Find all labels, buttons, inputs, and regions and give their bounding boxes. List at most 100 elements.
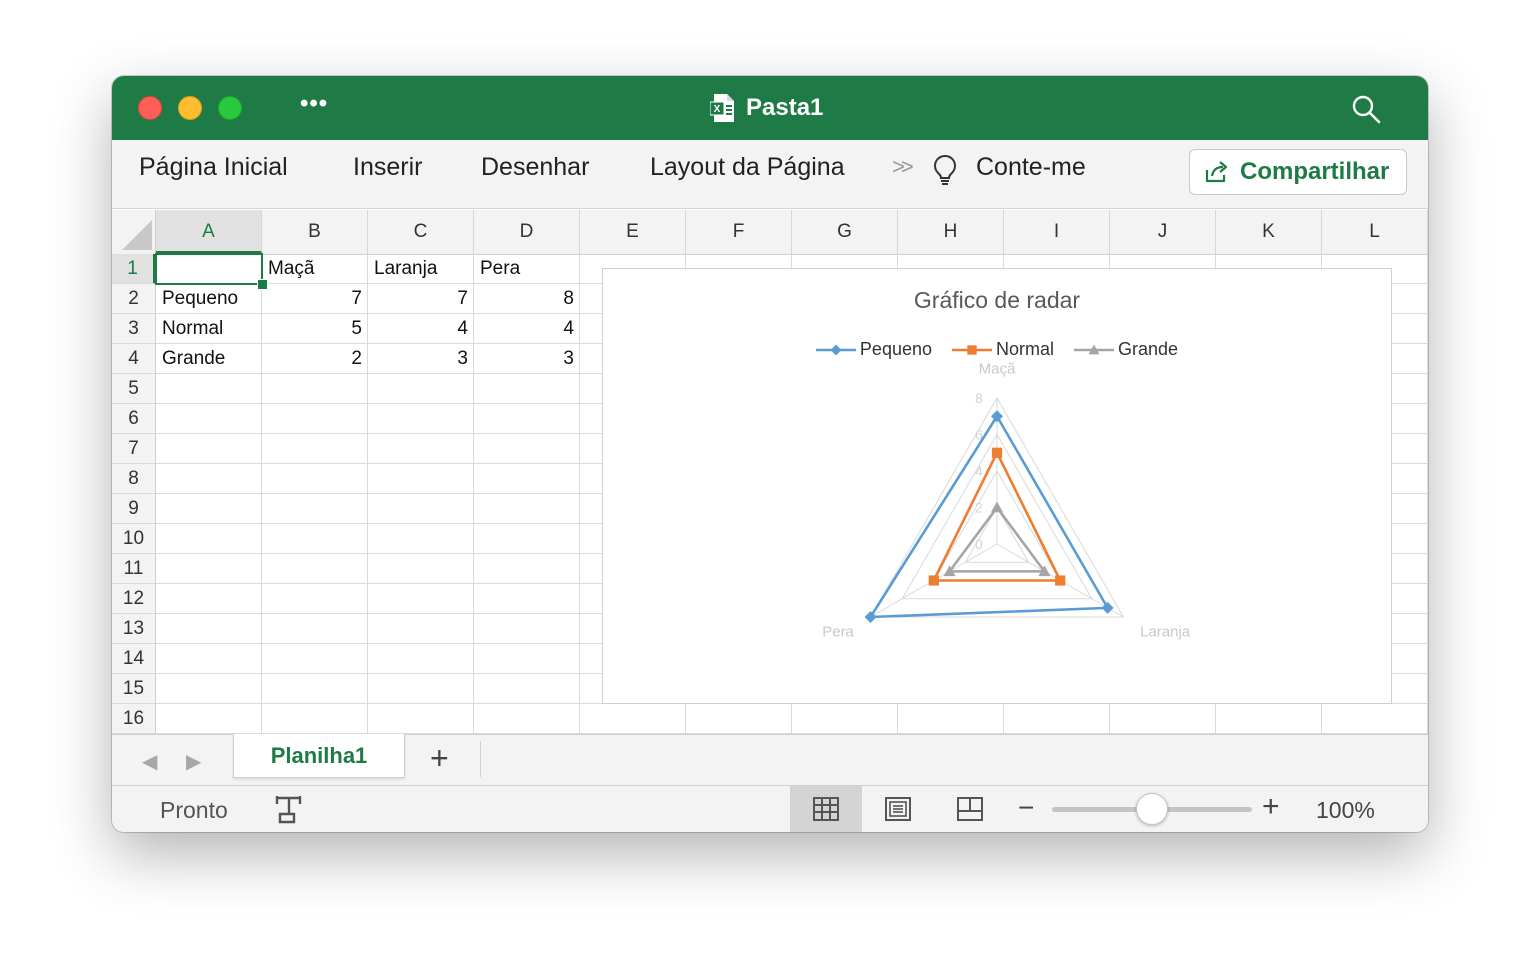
cell-b2[interactable]: 7 bbox=[262, 284, 368, 314]
next-sheet-arrow-icon[interactable]: ▶ bbox=[186, 749, 201, 774]
category-label-1: Laranja bbox=[1140, 623, 1191, 640]
column-header-c[interactable]: C bbox=[368, 210, 474, 254]
column-header-a[interactable]: A bbox=[156, 210, 262, 254]
sheet-tab-planilha1[interactable]: Planilha1 bbox=[233, 734, 405, 778]
column-header-f[interactable]: F bbox=[686, 210, 792, 254]
zoom-in-button[interactable]: + bbox=[1262, 790, 1280, 824]
column-header-g[interactable]: G bbox=[792, 210, 898, 254]
tab-home[interactable]: Página Inicial bbox=[139, 153, 288, 182]
tab-draw[interactable]: Desenhar bbox=[481, 153, 589, 182]
row-header-16[interactable]: 16 bbox=[112, 704, 156, 734]
column-header-i[interactable]: I bbox=[1004, 210, 1110, 254]
cell-c3[interactable]: 4 bbox=[368, 314, 474, 344]
data-point-normal-2 bbox=[928, 575, 939, 586]
row-header-1[interactable]: 1 bbox=[112, 254, 156, 284]
data-point-pequeno-0 bbox=[991, 410, 1003, 423]
column-header-k[interactable]: K bbox=[1216, 210, 1322, 254]
add-sheet-button[interactable]: + bbox=[430, 740, 449, 777]
row-header-6[interactable]: 6 bbox=[112, 404, 156, 434]
tab-insert[interactable]: Inserir bbox=[353, 153, 422, 182]
document-title: X Pasta1 bbox=[710, 92, 823, 124]
cell-b1[interactable]: Maçã bbox=[262, 254, 368, 284]
column-header-e[interactable]: E bbox=[580, 210, 686, 254]
status-bar: Pronto − + 100% bbox=[112, 786, 1428, 832]
row-header-13[interactable]: 13 bbox=[112, 614, 156, 644]
row-header-2[interactable]: 2 bbox=[112, 284, 156, 314]
radar-chart[interactable]: Gráfico de radar Pequeno Normal Grande 024… bbox=[602, 268, 1392, 704]
tab-page-layout[interactable]: Layout da Página bbox=[650, 153, 845, 182]
search-icon[interactable] bbox=[1350, 93, 1382, 125]
radial-tick-label: 2 bbox=[975, 500, 983, 516]
tab-separator bbox=[480, 741, 481, 777]
data-point-normal-0 bbox=[991, 447, 1003, 458]
share-button[interactable]: Compartilhar bbox=[1189, 149, 1407, 195]
title-bar: ••• X Pasta1 bbox=[112, 76, 1428, 140]
column-header-l[interactable]: L bbox=[1322, 210, 1428, 254]
status-ready: Pronto bbox=[160, 797, 228, 823]
data-point-grande-0 bbox=[991, 501, 1003, 513]
column-header-h[interactable]: H bbox=[898, 210, 1004, 254]
row-header-12[interactable]: 12 bbox=[112, 584, 156, 614]
sheet-tabs-bar: ◀ ▶ Planilha1 + bbox=[112, 734, 1428, 786]
ribbon-overflow-button[interactable]: >> bbox=[892, 154, 914, 180]
page-break-view-button[interactable] bbox=[934, 786, 1006, 832]
radial-tick-label: 4 bbox=[975, 463, 983, 479]
cell-a2[interactable]: Pequeno bbox=[156, 284, 262, 314]
category-label-2: Pera bbox=[822, 623, 854, 640]
zoom-level[interactable]: 100% bbox=[1316, 797, 1375, 824]
page-layout-view-button[interactable] bbox=[862, 786, 934, 832]
radial-tick-label: 0 bbox=[975, 536, 983, 552]
active-cell-outline bbox=[155, 253, 263, 285]
data-point-pequeno-1 bbox=[1101, 601, 1114, 614]
cell-a4[interactable]: Grande bbox=[156, 344, 262, 374]
select-all-corner[interactable] bbox=[112, 210, 156, 254]
column-header-b[interactable]: B bbox=[262, 210, 368, 254]
cell-c4[interactable]: 3 bbox=[368, 344, 474, 374]
cell-b4[interactable]: 2 bbox=[262, 344, 368, 374]
row-header-15[interactable]: 15 bbox=[112, 674, 156, 704]
more-options-icon[interactable]: ••• bbox=[300, 90, 328, 118]
page-layout-icon bbox=[885, 797, 911, 821]
zoom-slider-thumb[interactable] bbox=[1136, 793, 1168, 825]
document-name: Pasta1 bbox=[746, 94, 824, 121]
worksheet-grid[interactable]: ABCDEFGHIJKL 1 2 3 4 5 6 7 8 9 10 11 12 13 14 15 16 Maç… bbox=[112, 210, 1428, 734]
row-header-4[interactable]: 4 bbox=[112, 344, 156, 374]
row-header-11[interactable]: 11 bbox=[112, 554, 156, 584]
column-header-j[interactable]: J bbox=[1110, 210, 1216, 254]
close-window-button[interactable] bbox=[138, 96, 162, 120]
excel-file-icon: X bbox=[710, 94, 734, 122]
cell-c2[interactable]: 7 bbox=[368, 284, 474, 314]
page-break-icon bbox=[957, 797, 983, 821]
row-header-8[interactable]: 8 bbox=[112, 464, 156, 494]
data-point-normal-1 bbox=[1055, 575, 1066, 586]
zoom-window-button[interactable] bbox=[218, 96, 242, 120]
row-header-9[interactable]: 9 bbox=[112, 494, 156, 524]
lightbulb-icon bbox=[933, 154, 957, 185]
row-header-7[interactable]: 7 bbox=[112, 434, 156, 464]
share-icon bbox=[1205, 161, 1228, 183]
zoom-out-button[interactable]: − bbox=[1018, 792, 1034, 824]
tell-me-search[interactable]: Conte-me bbox=[976, 153, 1086, 182]
row-header-14[interactable]: 14 bbox=[112, 644, 156, 674]
cell-a3[interactable]: Normal bbox=[156, 314, 262, 344]
grid-view-icon bbox=[813, 797, 839, 821]
cell-d4[interactable]: 3 bbox=[474, 344, 580, 374]
cell-d3[interactable]: 4 bbox=[474, 314, 580, 344]
category-label-0: Maçã bbox=[979, 360, 1016, 377]
normal-view-button[interactable] bbox=[790, 786, 862, 832]
column-header-d[interactable]: D bbox=[474, 210, 580, 254]
cell-d1[interactable]: Pera bbox=[474, 254, 580, 284]
fill-handle[interactable] bbox=[257, 279, 268, 290]
share-label: Compartilhar bbox=[1240, 158, 1390, 185]
row-header-10[interactable]: 10 bbox=[112, 524, 156, 554]
accessibility-check-icon[interactable] bbox=[272, 794, 306, 824]
minimize-window-button[interactable] bbox=[178, 96, 202, 120]
row-header-5[interactable]: 5 bbox=[112, 374, 156, 404]
prev-sheet-arrow-icon[interactable]: ◀ bbox=[142, 749, 157, 774]
row-header-3[interactable]: 3 bbox=[112, 314, 156, 344]
cell-b3[interactable]: 5 bbox=[262, 314, 368, 344]
cell-d2[interactable]: 8 bbox=[474, 284, 580, 314]
ribbon-tabs: Página Inicial Inserir Desenhar Layout d… bbox=[112, 140, 1428, 209]
cell-c1[interactable]: Laranja bbox=[368, 254, 474, 284]
svg-text:X: X bbox=[714, 104, 721, 115]
